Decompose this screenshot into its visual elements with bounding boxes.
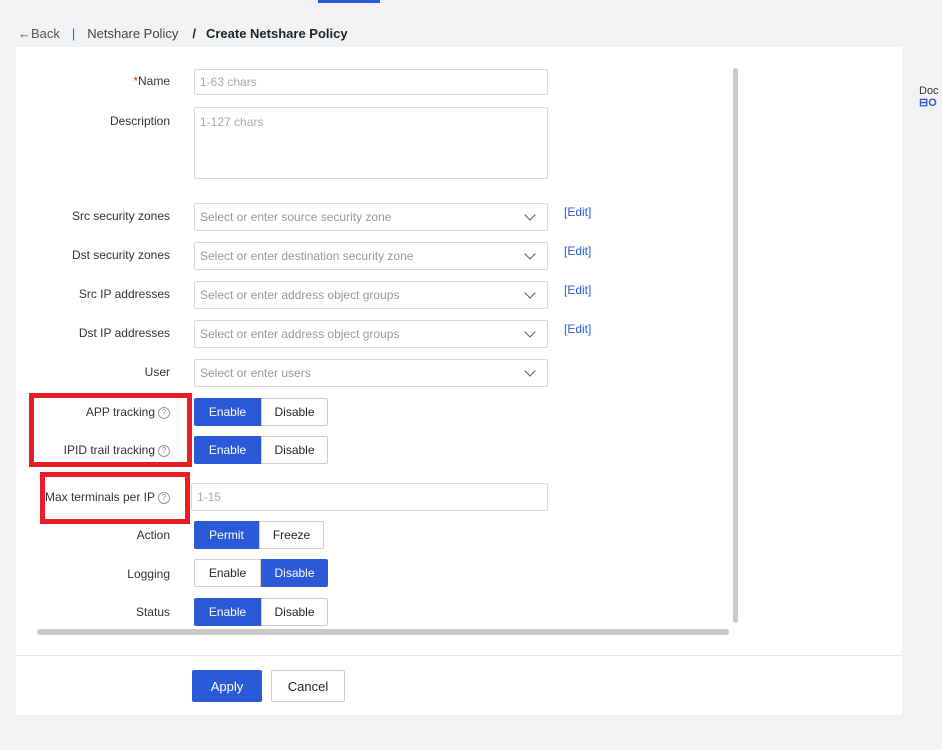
src-zones-label: Src security zones (71, 209, 170, 223)
action-toggle: Permit Freeze (194, 521, 324, 549)
logging-disable-option[interactable]: Disable (261, 559, 328, 587)
status-disable-option[interactable]: Disable (261, 598, 328, 626)
app-tracking-enable-option[interactable]: Enable (194, 398, 261, 426)
logging-toggle: Enable Disable (194, 559, 328, 587)
page-title: Create Netshare Policy (205, 25, 348, 41)
document-icon[interactable]: ⊟ (919, 97, 928, 109)
user-placeholder: Select or enter users (200, 366, 311, 380)
dst-zones-select[interactable]: Select or enter destination security zon… (194, 242, 548, 270)
status-toggle: Enable Disable (194, 598, 328, 626)
name-input[interactable]: 1-63 chars (194, 69, 548, 95)
horizontal-scrollbar[interactable] (37, 629, 729, 635)
ipid-tracking-toggle: Enable Disable (194, 436, 328, 464)
action-permit-option[interactable]: Permit (194, 521, 259, 549)
status-label: Status (135, 605, 170, 619)
breadcrumb: ←Back | Netshare Policy / Create Netshar… (18, 24, 348, 42)
chevron-down-icon (524, 326, 536, 338)
chevron-down-icon (524, 365, 536, 377)
user-select[interactable]: Select or enter users (194, 359, 548, 387)
app-tracking-disable-option[interactable]: Disable (261, 398, 328, 426)
doc-label: Doc (919, 85, 939, 97)
highlight-box-max-terminals (40, 472, 190, 524)
back-link[interactable]: ←Back (18, 26, 60, 41)
name-label: *Name (133, 74, 170, 88)
chevron-down-icon (524, 209, 536, 221)
src-ip-select[interactable]: Select or enter address object groups (194, 281, 548, 309)
dst-zones-label: Dst security zones (71, 248, 170, 262)
vertical-scrollbar[interactable] (733, 68, 738, 623)
src-zones-edit-link[interactable]: [Edit] (564, 205, 591, 219)
name-placeholder: 1-63 chars (200, 75, 257, 89)
logging-label: Logging (127, 567, 170, 581)
dst-zones-edit-link[interactable]: [Edit] (564, 244, 591, 258)
dst-ip-select[interactable]: Select or enter address object groups (194, 320, 548, 348)
doc-side-panel[interactable]: Doc ⊟O (919, 85, 942, 109)
dst-ip-edit-link[interactable]: [Edit] (564, 322, 591, 336)
src-zones-placeholder: Select or enter source security zone (200, 210, 392, 224)
footer-divider (16, 655, 902, 656)
dst-ip-label: Dst IP addresses (78, 326, 170, 340)
src-ip-edit-link[interactable]: [Edit] (564, 283, 591, 297)
src-ip-label: Src IP addresses (78, 287, 170, 301)
doc-link-fragment[interactable]: O (928, 97, 937, 109)
dst-zones-placeholder: Select or enter destination security zon… (200, 249, 414, 263)
ipid-tracking-enable-option[interactable]: Enable (194, 436, 261, 464)
highlight-box-tracking (29, 393, 192, 467)
max-terminals-placeholder: 1-15 (197, 490, 222, 504)
logging-enable-option[interactable]: Enable (194, 559, 261, 587)
chevron-down-icon (524, 287, 536, 299)
action-freeze-option[interactable]: Freeze (259, 521, 324, 549)
description-placeholder: 1-127 chars (200, 115, 264, 129)
src-zones-select[interactable]: Select or enter source security zone (194, 203, 548, 231)
breadcrumb-slash: / (192, 25, 196, 41)
src-ip-placeholder: Select or enter address object groups (200, 288, 400, 302)
max-terminals-input[interactable]: 1-15 (191, 483, 548, 511)
user-label: User (144, 365, 170, 379)
description-textarea[interactable]: 1-127 chars (194, 107, 548, 179)
active-tab-indicator (318, 0, 380, 3)
action-label: Action (136, 528, 170, 542)
description-label: Description (109, 114, 170, 128)
ipid-tracking-disable-option[interactable]: Disable (261, 436, 328, 464)
app-tracking-toggle: Enable Disable (194, 398, 328, 426)
cancel-button[interactable]: Cancel (271, 670, 345, 702)
breadcrumb-divider: | (71, 25, 76, 41)
status-enable-option[interactable]: Enable (194, 598, 261, 626)
breadcrumb-parent-link[interactable]: Netshare Policy (87, 26, 178, 41)
dst-ip-placeholder: Select or enter address object groups (200, 327, 400, 341)
apply-button[interactable]: Apply (192, 670, 262, 702)
chevron-down-icon (524, 248, 536, 260)
